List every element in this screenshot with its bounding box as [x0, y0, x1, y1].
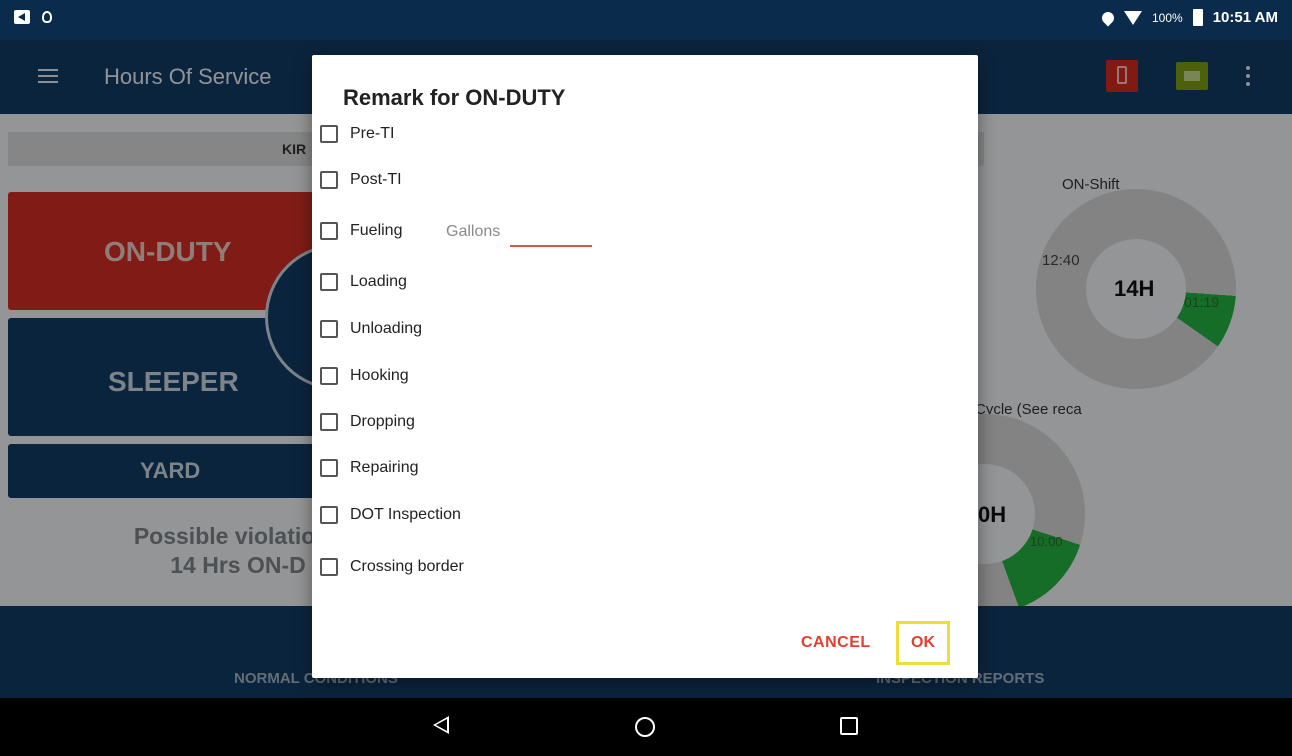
option-label: DOT Inspection	[350, 506, 461, 523]
checkbox[interactable]	[320, 459, 338, 477]
option-post-ti[interactable]: Post-TI	[320, 167, 402, 193]
option-label: Fueling	[350, 222, 403, 239]
dialog-title: Remark for ON-DUTY	[343, 85, 566, 110]
checkbox[interactable]	[320, 222, 338, 240]
clock: 10:51 AM	[1212, 9, 1278, 26]
checkbox[interactable]	[320, 367, 338, 385]
option-fueling[interactable]: Fueling	[320, 218, 402, 244]
battery-icon	[1192, 9, 1203, 26]
option-label: Loading	[350, 273, 407, 290]
location-icon	[1099, 9, 1117, 26]
ok-button[interactable]: OK	[896, 621, 950, 665]
option-label: Pre-TI	[350, 125, 395, 142]
option-loading[interactable]: Loading	[320, 269, 407, 295]
checkbox[interactable]	[320, 558, 338, 576]
option-label: Unloading	[350, 320, 423, 337]
option-dropping[interactable]: Dropping	[320, 409, 415, 435]
checkbox[interactable]	[320, 320, 338, 338]
notification-icon-secondary	[42, 11, 52, 23]
home-icon[interactable]	[635, 717, 655, 737]
remark-dialog: Remark for ON-DUTY Pre-TI Post-TI Fuelin…	[312, 55, 978, 678]
option-unloading[interactable]: Unloading	[320, 316, 422, 342]
option-crossing-border[interactable]: Crossing border	[320, 554, 464, 580]
option-label: Post-TI	[350, 171, 402, 188]
checkbox[interactable]	[320, 273, 338, 291]
option-pre-ti[interactable]: Pre-TI	[320, 121, 394, 147]
status-bar: 100% 10:51 AM	[0, 0, 1292, 40]
back-icon[interactable]	[433, 716, 449, 734]
checkbox[interactable]	[320, 506, 338, 524]
checkbox[interactable]	[320, 413, 338, 431]
option-label: Repairing	[350, 459, 419, 476]
gallons-label: Gallons	[446, 223, 501, 240]
battery-percent: 100%	[1151, 10, 1183, 25]
option-dot-inspection[interactable]: DOT Inspection	[320, 502, 461, 528]
wifi-icon	[1123, 10, 1142, 25]
option-hooking[interactable]: Hooking	[320, 363, 409, 389]
checkbox[interactable]	[320, 125, 338, 143]
option-label: Hooking	[350, 367, 409, 384]
system-nav-bar	[0, 698, 1292, 756]
option-label: Crossing border	[350, 558, 464, 575]
gallons-input[interactable]	[510, 219, 592, 247]
cancel-button[interactable]: CANCEL	[801, 634, 871, 652]
option-repairing[interactable]: Repairing	[320, 455, 418, 481]
notification-icon	[14, 10, 30, 24]
option-label: Dropping	[350, 413, 415, 430]
recent-apps-icon[interactable]	[840, 717, 858, 735]
checkbox[interactable]	[320, 171, 338, 189]
